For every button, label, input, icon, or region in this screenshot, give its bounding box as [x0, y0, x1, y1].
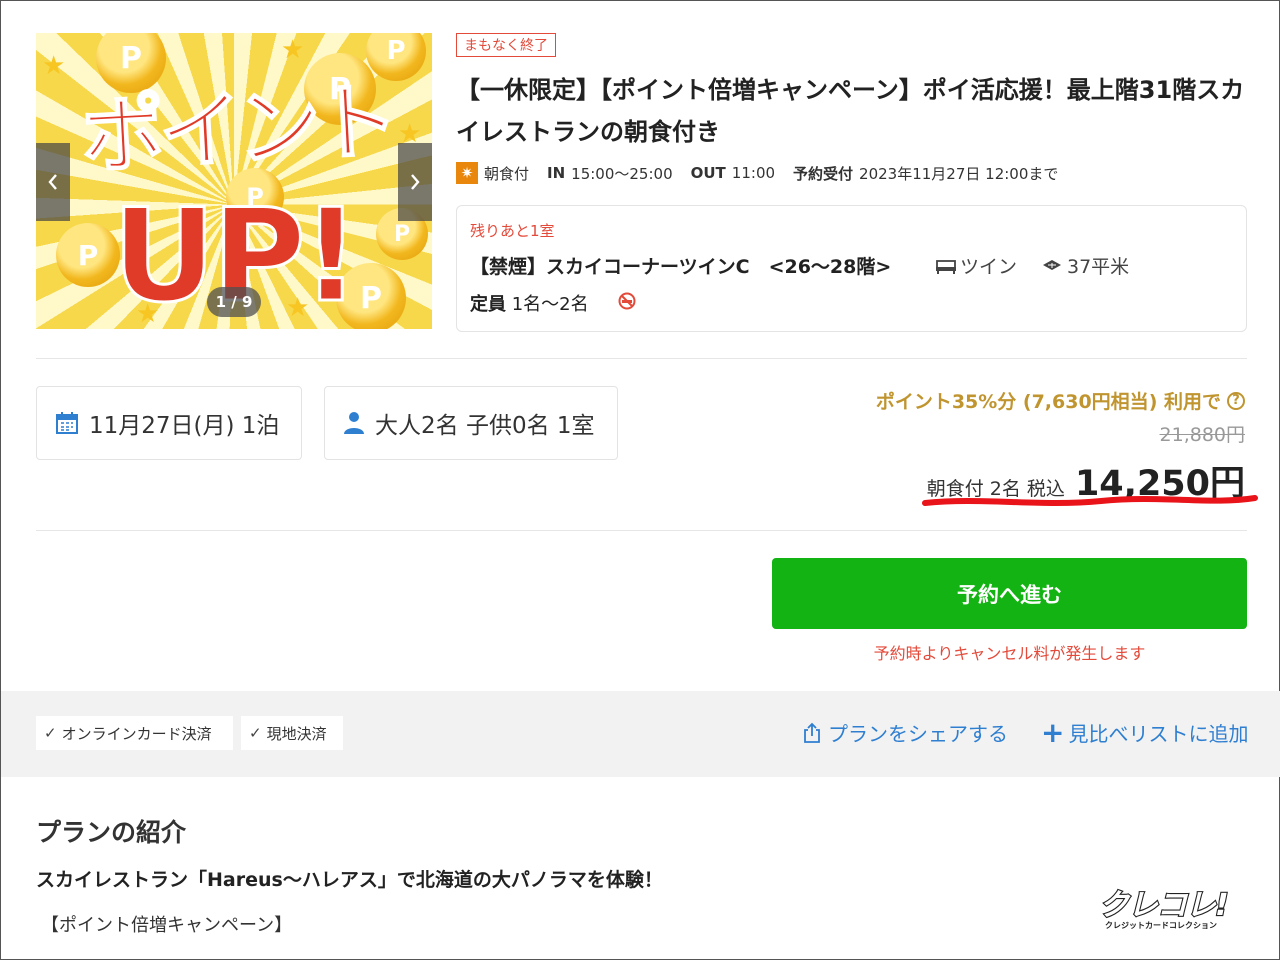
person-icon — [343, 411, 365, 435]
guest-value: 大人2名 子供0名 1室 — [375, 413, 595, 439]
checkin-label: IN — [547, 164, 566, 182]
calendar-icon — [55, 411, 79, 435]
plan-intro-heading: プランの紹介 — [36, 818, 187, 847]
stay-date-value: 11月27日(月) 1泊 — [89, 413, 280, 439]
handdrawn-underline — [922, 495, 1258, 506]
original-price: 21,880円 — [1159, 424, 1245, 446]
status-badge: まもなく終了 — [456, 33, 556, 57]
plan-meta-row: ✷ 朝食付 IN 15:00〜25:00 OUT 11:00 予約受付 2023… — [456, 161, 1058, 185]
payment-tag-online-card: ✓ オンラインカード決済 — [36, 716, 233, 750]
checkin-value: 15:00〜25:00 — [571, 164, 673, 183]
rooms-remaining: 残りあと1室 — [470, 222, 555, 240]
add-to-compare-label: 見比べリストに追加 — [1068, 722, 1249, 746]
svg-text:クレコレ!: クレコレ! — [1099, 888, 1228, 923]
plan-image-carousel[interactable]: P P P P P P P ★ ★ ★ ★ ★ ポイント UP! — [36, 33, 432, 329]
checkout-value: 11:00 — [731, 164, 776, 182]
no-smoking-icon — [618, 292, 636, 310]
divider — [36, 358, 1247, 359]
cancel-fee-note: 予約時よりキャンセル料が発生します — [873, 644, 1146, 663]
bed-icon — [936, 259, 956, 274]
help-icon[interactable]: ? — [1227, 391, 1245, 410]
point-usage-note: ポイント35%分 (7,630円相当) 利用で ? — [876, 387, 1245, 414]
plan-intro-body: 【ポイント倍増キャンペーン】 — [41, 915, 293, 936]
point-usage-text: ポイント35%分 (7,630円相当) 利用で — [875, 391, 1221, 413]
deadline-label: 予約受付 — [793, 164, 854, 183]
meal-label: 朝食付 — [484, 164, 530, 183]
divider — [36, 530, 1247, 531]
bed-type: ツイン — [935, 252, 1017, 279]
payment-local-label: 現地決済 — [266, 724, 327, 743]
room-area-label: 37平米 — [1067, 256, 1130, 278]
payment-online-label: オンラインカード決済 — [61, 724, 212, 743]
breakfast-icon: ✷ — [456, 162, 478, 184]
watermark-logo: クレコレ! クレジットカードコレクション — [1098, 887, 1230, 930]
check-icon: ✓ — [249, 724, 262, 742]
carousel-next-button[interactable] — [398, 143, 432, 221]
star-icon: ★ — [42, 51, 66, 81]
floor-area-icon — [1043, 259, 1061, 270]
stay-date-selector[interactable]: 11月27日(月) 1泊 — [36, 386, 302, 460]
capacity-value: 1名〜2名 — [511, 294, 589, 315]
carousel-counter: 1 / 9 — [207, 287, 261, 317]
share-plan-label: プランをシェアする — [828, 722, 1008, 746]
plus-icon: + — [1041, 715, 1065, 749]
capacity-label: 定員 — [470, 294, 506, 315]
room-capacity: 定員 1名〜2名 — [470, 290, 589, 316]
chevron-left-icon — [48, 174, 57, 190]
svg-text:クレジットカードコレクション: クレジットカードコレクション — [1105, 920, 1217, 930]
room-area: 37平米 — [1041, 252, 1129, 279]
checkout-label: OUT — [690, 164, 726, 182]
promo-text-point: ポイント — [78, 71, 397, 187]
plan-intro-subheading: スカイレストラン「Hareus〜ハレアス」で北海道の大パノラマを体験！ — [36, 869, 663, 891]
reserve-button[interactable]: 予約へ進む — [772, 558, 1247, 629]
payment-tag-onsite: ✓ 現地決済 — [241, 716, 343, 750]
check-icon: ✓ — [44, 724, 57, 742]
add-to-compare-link[interactable]: + 見比べリストに追加 — [1041, 718, 1248, 747]
carousel-prev-button[interactable] — [36, 143, 70, 221]
share-plan-link[interactable]: プランをシェアする — [802, 718, 1008, 747]
chevron-right-icon — [411, 174, 420, 190]
share-icon — [804, 722, 820, 743]
star-icon: ★ — [281, 35, 305, 65]
bed-type-label: ツイン — [960, 256, 1018, 278]
plan-title: 【一休限定】【ポイント倍増キャンペーン】ポイ活応援！最上階31階スカイレストラン… — [456, 76, 1245, 146]
room-name: 【禁煙】スカイコーナーツインC <26〜28階> — [470, 256, 892, 278]
deadline-value: 2023年11月27日 12:00まで — [859, 164, 1059, 183]
guest-selector[interactable]: 大人2名 子供0名 1室 — [324, 386, 618, 460]
